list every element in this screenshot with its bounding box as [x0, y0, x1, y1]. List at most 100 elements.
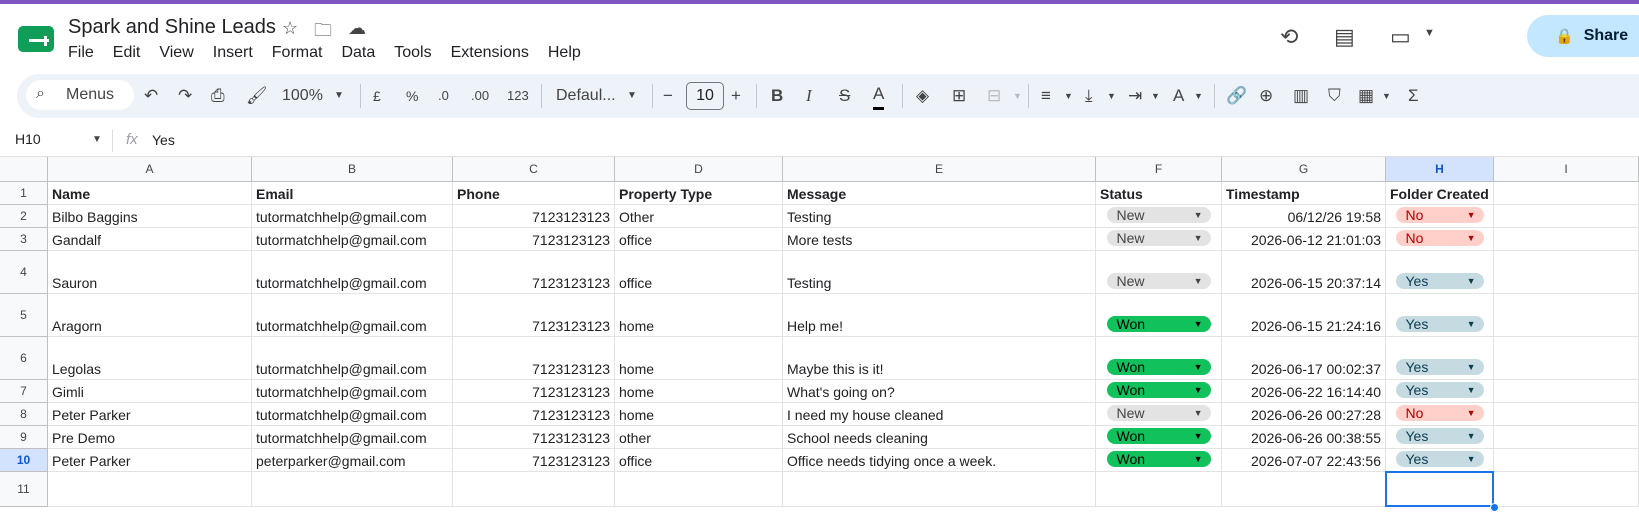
merge-cells-icon[interactable]: ⊟	[987, 85, 1001, 107]
chevron-down-icon[interactable]: ▼	[1194, 233, 1203, 243]
cell-status[interactable]: Won ▼	[1096, 426, 1222, 449]
comment-icon[interactable]: ▤	[1334, 24, 1355, 50]
folder-created-dropdown-chip[interactable]: No ▼	[1395, 405, 1484, 421]
menu-tools[interactable]: Tools	[394, 44, 439, 62]
font-size-input[interactable]: 10	[686, 82, 724, 110]
menu-edit[interactable]: Edit	[113, 44, 149, 62]
rotation-caret-icon[interactable]: ▼	[1194, 85, 1203, 107]
cell-timestamp[interactable]: 2026-07-07 22:43:56	[1222, 449, 1386, 472]
menu-data[interactable]: Data	[341, 44, 383, 62]
menu-insert[interactable]: Insert	[213, 44, 261, 62]
column-header-f[interactable]: F	[1096, 157, 1222, 182]
zoom-select[interactable]: 100%	[282, 85, 323, 107]
cell-name[interactable]: Gandalf	[48, 228, 252, 251]
cell-empty[interactable]	[1494, 251, 1639, 294]
cell-message[interactable]: More tests	[783, 228, 1096, 251]
column-header-c[interactable]: C	[453, 157, 615, 182]
folder-created-dropdown-chip[interactable]: Yes ▼	[1395, 382, 1484, 398]
cell-name[interactable]: Bilbo Baggins	[48, 205, 252, 228]
name-box-caret-icon[interactable]: ▼	[92, 134, 102, 145]
cell-folder-created[interactable]: No ▼	[1386, 403, 1494, 426]
cell-folder-created[interactable]: No ▼	[1386, 205, 1494, 228]
cell-timestamp[interactable]: 2026-06-26 00:27:28	[1222, 403, 1386, 426]
text-color-button[interactable]: A	[873, 85, 885, 110]
menu-extensions[interactable]: Extensions	[451, 44, 537, 62]
column-header-b[interactable]: B	[252, 157, 453, 182]
cell-email[interactable]: tutormatchhelp@gmail.com	[252, 205, 453, 228]
cell-empty[interactable]	[1494, 337, 1639, 380]
menu-help[interactable]: Help	[548, 44, 589, 62]
cell-empty[interactable]	[1494, 205, 1639, 228]
cell-folder-created[interactable]: Yes ▼	[1386, 337, 1494, 380]
cell-phone[interactable]: 7123123123	[453, 403, 615, 426]
status-dropdown-chip[interactable]: New ▼	[1106, 273, 1211, 289]
font-caret-icon[interactable]: ▼	[627, 85, 637, 107]
meet-icon[interactable]: ▭	[1390, 24, 1411, 50]
cell-empty[interactable]	[453, 472, 615, 507]
cell-property-type[interactable]: Other	[615, 205, 783, 228]
redo-icon[interactable]: ↷	[178, 85, 192, 107]
cell-empty[interactable]	[1494, 182, 1639, 205]
cell-name[interactable]: Peter Parker	[48, 403, 252, 426]
header-cell-timestamp[interactable]: Timestamp	[1222, 182, 1386, 205]
row-header-3[interactable]: 3	[0, 228, 48, 251]
cell-email[interactable]: tutormatchhelp@gmail.com	[252, 294, 453, 337]
column-header-e[interactable]: E	[783, 157, 1096, 182]
status-dropdown-chip[interactable]: New ▼	[1106, 207, 1211, 223]
cell-empty[interactable]	[783, 472, 1096, 507]
cell-phone[interactable]: 7123123123	[453, 294, 615, 337]
chevron-down-icon[interactable]: ▼	[1467, 408, 1476, 418]
cell-empty[interactable]	[1222, 472, 1386, 507]
cell-empty[interactable]	[1494, 403, 1639, 426]
views-caret-icon[interactable]: ▼	[1382, 85, 1391, 107]
decrease-decimal-button[interactable]: .0	[438, 85, 449, 107]
chevron-down-icon[interactable]: ▼	[1467, 431, 1476, 441]
column-header-g[interactable]: G	[1222, 157, 1386, 182]
cell-empty[interactable]	[252, 472, 453, 507]
cell-status[interactable]: New ▼	[1096, 205, 1222, 228]
borders-icon[interactable]: ⊞	[952, 85, 966, 107]
cell-timestamp[interactable]: 2026-06-22 16:14:40	[1222, 380, 1386, 403]
folder-created-dropdown-chip[interactable]: No ▼	[1395, 230, 1484, 246]
fill-handle[interactable]	[1490, 503, 1499, 512]
menus-search[interactable]: ⌕ Menus	[26, 80, 134, 110]
status-dropdown-chip[interactable]: Won ▼	[1106, 451, 1211, 467]
menu-view[interactable]: View	[159, 44, 201, 62]
chevron-down-icon[interactable]: ▼	[1467, 276, 1476, 286]
cell-folder-created[interactable]: No ▼	[1386, 228, 1494, 251]
font-family-select[interactable]: Defaul...	[556, 85, 616, 107]
folder-created-dropdown-chip[interactable]: Yes ▼	[1395, 428, 1484, 444]
chevron-down-icon[interactable]: ▼	[1467, 319, 1476, 329]
cell-email[interactable]: tutormatchhelp@gmail.com	[252, 228, 453, 251]
decrease-font-size-icon[interactable]: −	[663, 85, 673, 107]
table-views-icon[interactable]: ▦	[1358, 85, 1374, 107]
cell-property-type[interactable]: home	[615, 337, 783, 380]
undo-icon[interactable]: ↶	[144, 85, 158, 107]
cell-folder-created[interactable]: Yes ▼	[1386, 251, 1494, 294]
row-header-9[interactable]: 9	[0, 426, 48, 449]
chevron-down-icon[interactable]: ▼	[1194, 454, 1203, 464]
filter-icon[interactable]: ⛉	[1328, 85, 1341, 107]
cell-timestamp[interactable]: 2026-06-17 00:02:37	[1222, 337, 1386, 380]
cell-empty[interactable]	[1494, 228, 1639, 251]
cell-folder-created[interactable]: Yes ▼	[1386, 426, 1494, 449]
cell-empty[interactable]	[1494, 294, 1639, 337]
cell-phone[interactable]: 7123123123	[453, 251, 615, 294]
fill-color-icon[interactable]: ◈	[916, 85, 929, 107]
paint-format-icon[interactable]: 🖌	[246, 85, 268, 107]
status-dropdown-chip[interactable]: Won ▼	[1106, 382, 1211, 398]
row-header-4[interactable]: 4	[0, 251, 48, 294]
chevron-down-icon[interactable]: ▼	[1194, 431, 1203, 441]
chevron-down-icon[interactable]: ▼	[1467, 385, 1476, 395]
cell-status[interactable]: New ▼	[1096, 403, 1222, 426]
status-dropdown-chip[interactable]: New ▼	[1106, 405, 1211, 421]
cell-property-type[interactable]: office	[615, 228, 783, 251]
cell-message[interactable]: What's going on?	[783, 380, 1096, 403]
name-box[interactable]: H10	[15, 131, 41, 147]
chevron-down-icon[interactable]: ▼	[1467, 454, 1476, 464]
chevron-down-icon[interactable]: ▼	[1194, 385, 1203, 395]
cell-empty[interactable]	[1494, 449, 1639, 472]
cell-empty[interactable]	[615, 472, 783, 507]
cell-status[interactable]: Won ▼	[1096, 337, 1222, 380]
chevron-down-icon[interactable]: ▼	[1194, 276, 1203, 286]
